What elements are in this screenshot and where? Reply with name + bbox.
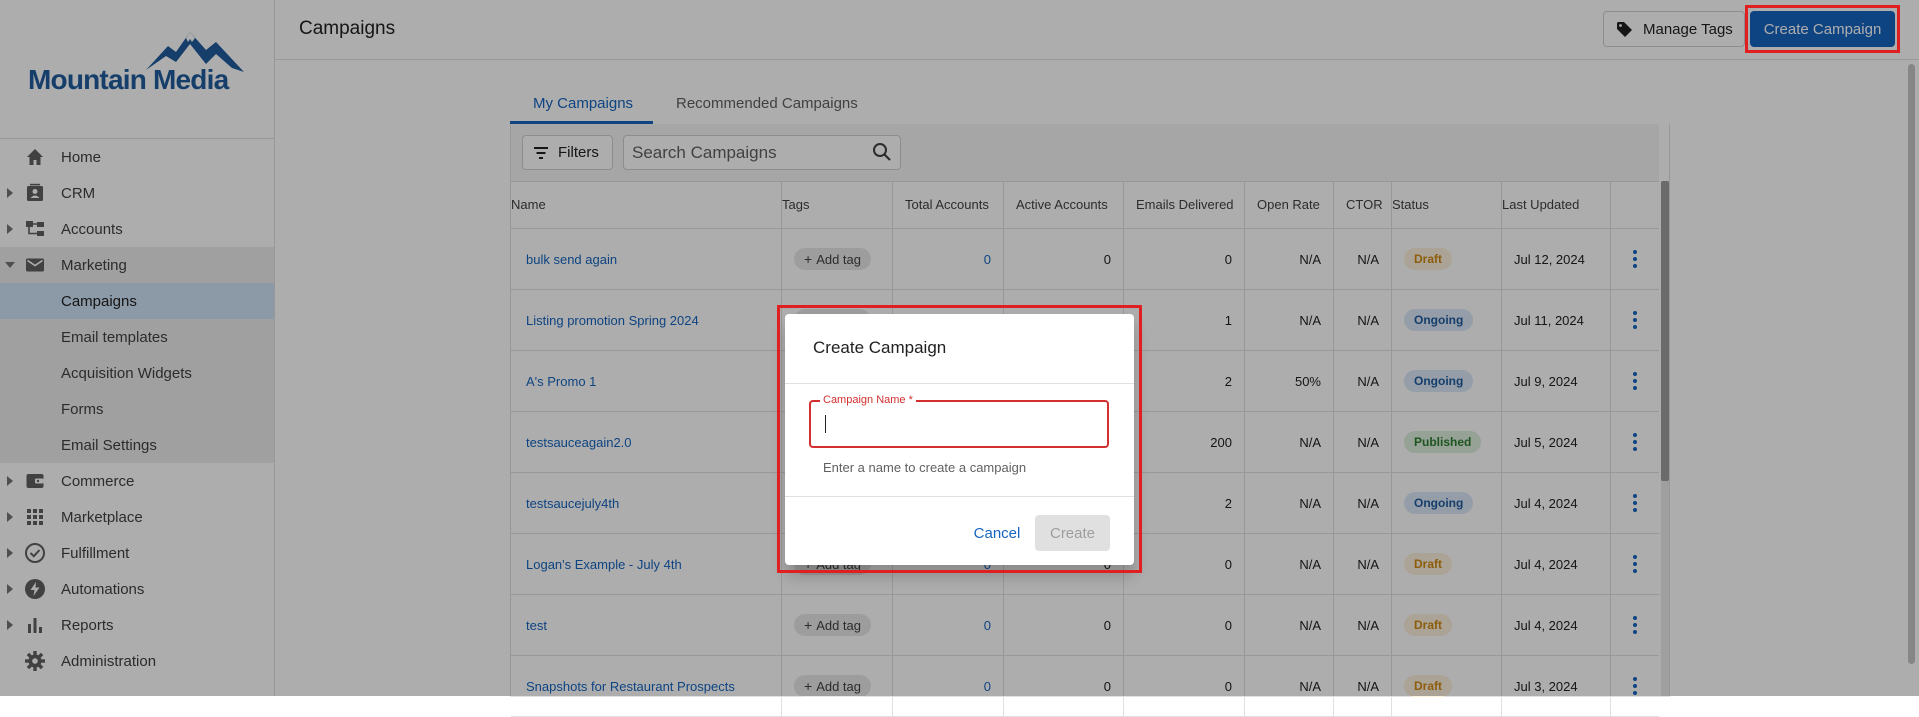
highlight-box-dialog (777, 305, 1142, 573)
highlight-box-create-campaign (1745, 5, 1900, 53)
